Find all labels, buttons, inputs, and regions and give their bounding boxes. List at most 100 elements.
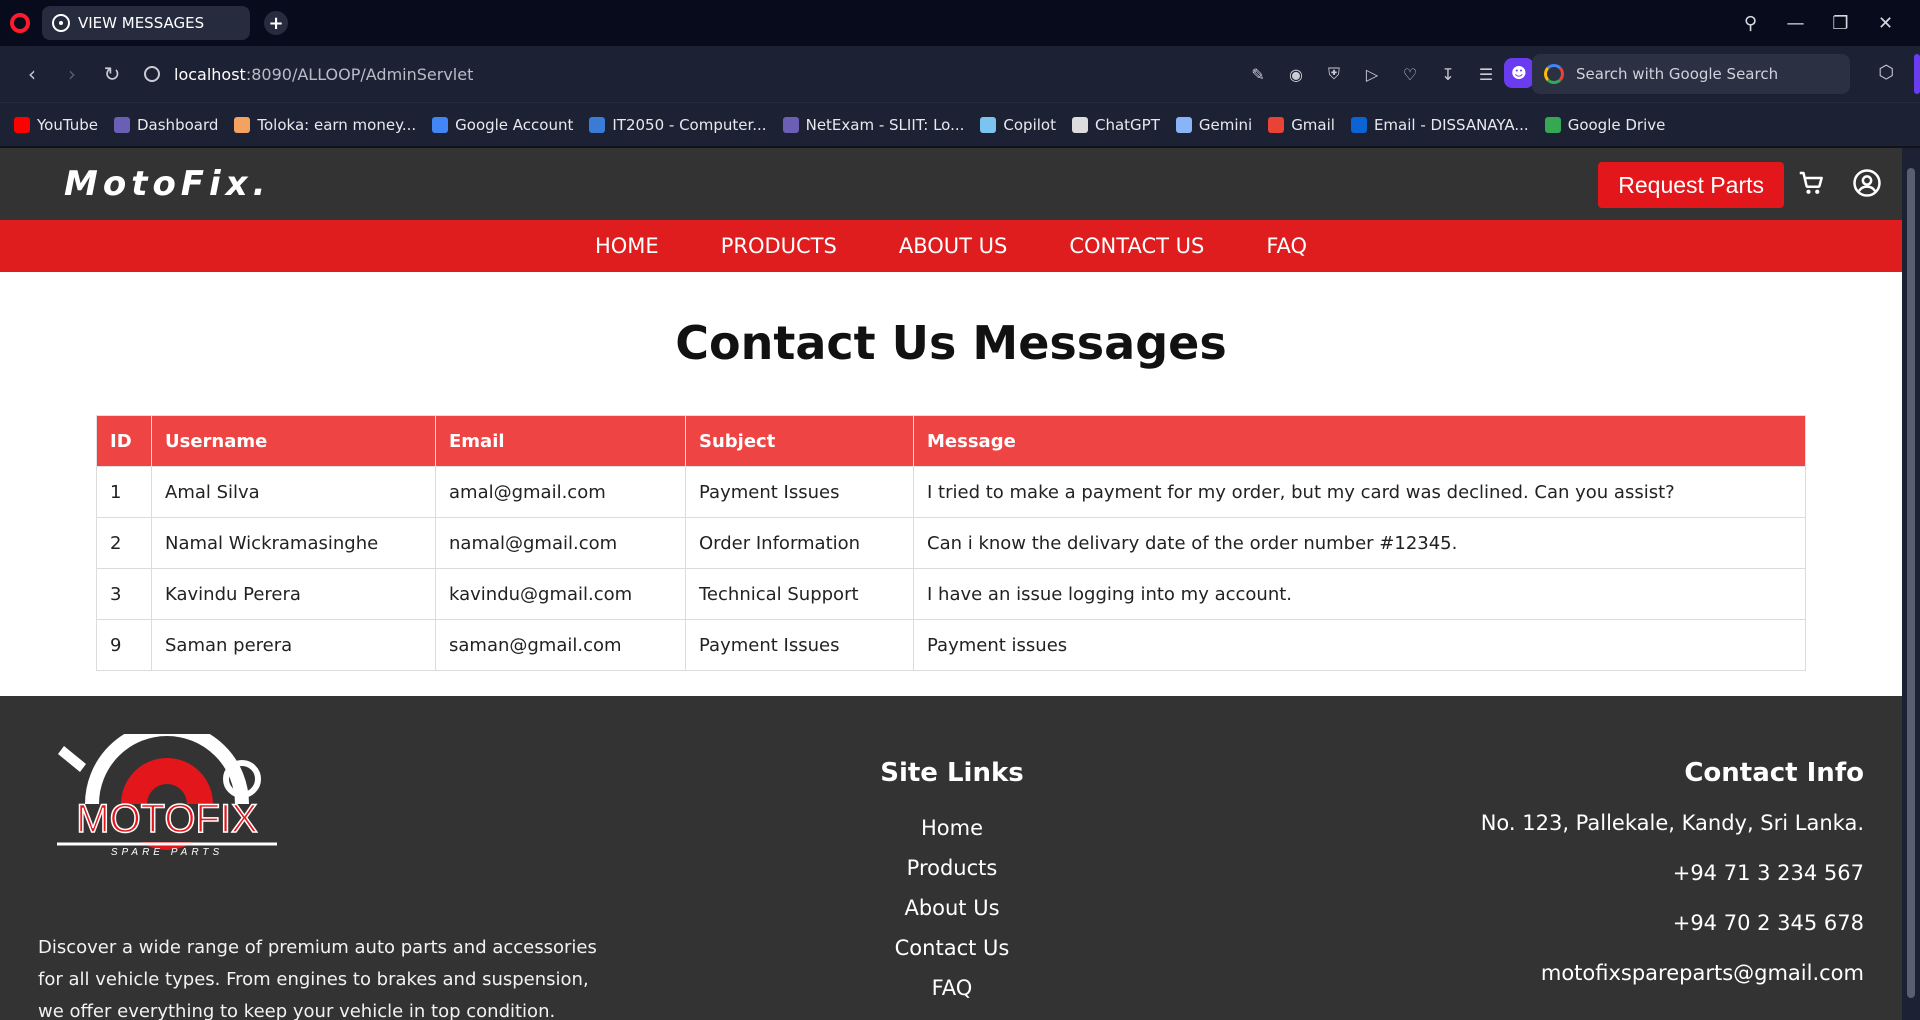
bookmark-item[interactable]: Copilot [980, 116, 1056, 134]
bookmark-item[interactable]: Email - DISSANAYA... [1350, 115, 1529, 134]
search-tabs-icon[interactable]: ⚲ [1728, 0, 1773, 46]
site-header: MotoFix. Request Parts [0, 148, 1920, 220]
page-title: Contact Us Messages [675, 316, 1227, 370]
camera-icon[interactable]: ◉ [1282, 56, 1310, 92]
easy-setup-icon[interactable]: ☰ [1472, 56, 1500, 92]
table-cell-email: amal@gmail.com [435, 466, 686, 518]
scrollbar-thumb[interactable] [1907, 168, 1915, 998]
nav-item-contact-us[interactable]: CONTACT US [1069, 234, 1204, 258]
page-scrollbar[interactable] [1902, 148, 1920, 1020]
footer-description: Discover a wide range of premium auto pa… [38, 937, 597, 1020]
column-header-message: Message [913, 415, 1806, 467]
extensions-icon[interactable]: ⬡ [1878, 62, 1894, 83]
table-cell-message: Can i know the delivary date of the orde… [913, 517, 1806, 569]
forward-button[interactable]: › [52, 56, 92, 92]
footer-link-products[interactable]: Products [852, 848, 1052, 888]
bookmark-label: Toloka: earn money... [257, 115, 417, 134]
footer-link-home[interactable]: Home [852, 808, 1052, 848]
opera-logo-icon[interactable] [10, 13, 30, 33]
bookmark-favicon-icon [1175, 116, 1192, 133]
footer-contact-line: +94 70 2 345 678 [1672, 911, 1864, 935]
bookmark-item[interactable]: Google Account [432, 116, 573, 134]
bookmark-item[interactable]: Google Drive [1544, 115, 1666, 134]
address-toolbar-icons: ✎ ◉ ⛨ ▷ ♡ ↧ ☰ [1244, 56, 1500, 92]
table-cell-email: kavindu@gmail.com [435, 568, 686, 620]
footer-contact-line: +94 71 3 234 567 [1672, 861, 1864, 885]
bookmark-item[interactable]: YouTube [14, 116, 98, 134]
bookmark-favicon-icon [589, 116, 606, 133]
bookmark-label: YouTube [37, 115, 98, 134]
table-row: 1 Amal Silva amal@gmail.com Payment Issues I… [96, 466, 1806, 518]
bookmark-item[interactable]: IT2050 - Computer... [589, 116, 767, 134]
site-logo[interactable]: MotoFix. [64, 164, 271, 204]
minimize-button[interactable]: — [1773, 0, 1818, 46]
bookmark-item[interactable]: Gmail [1268, 116, 1335, 134]
bookmark-label: Dashboard [137, 115, 219, 134]
table-row: 9 Saman perera saman@gmail.com Payment Issu… [96, 619, 1806, 671]
heart-icon[interactable]: ♡ [1396, 56, 1424, 92]
reload-button[interactable]: ↻ [92, 56, 132, 92]
table-row: 2 Namal Wickramasinghe namal@gmail.com Orde… [96, 517, 1806, 569]
column-header-id: ID [96, 415, 152, 467]
user-account-icon[interactable] [1852, 168, 1882, 198]
table-cell-message: I have an issue logging into my account. [913, 568, 1806, 620]
footer-link-faq[interactable]: FAQ [852, 968, 1052, 1008]
column-header-subject: Subject [685, 415, 914, 467]
new-tab-button[interactable]: + [264, 11, 288, 35]
bookmark-favicon-icon [1071, 116, 1088, 133]
window-controls: ⚲ — ❐ ✕ [1728, 0, 1908, 46]
bookmarks-bar: YouTube Dashboard Toloka: earn money... Goo… [0, 102, 1920, 146]
tab-favicon-icon [52, 14, 70, 32]
footer-link-contact-us[interactable]: Contact Us [852, 928, 1052, 968]
table-cell-id: 2 [96, 517, 152, 569]
table-cell-subject: Payment Issues [685, 466, 914, 518]
bookmark-favicon-icon [234, 116, 251, 133]
edit-icon[interactable]: ✎ [1244, 56, 1272, 92]
bookmark-favicon-icon [14, 116, 30, 133]
bookmark-item[interactable]: Toloka: earn money... [234, 116, 416, 134]
bookmark-favicon-icon [1544, 116, 1561, 133]
nav-item-products[interactable]: PRODUCTS [721, 234, 837, 258]
column-header-username: Username [151, 415, 436, 467]
nav-item-about-us[interactable]: ABOUT US [899, 234, 1008, 258]
table-header-row: ID Username Email Subject Message [96, 415, 1806, 467]
request-parts-button[interactable]: Request Parts [1598, 162, 1784, 208]
nav-item-faq[interactable]: FAQ [1266, 234, 1307, 258]
page-viewport: MotoFix. Request Parts HOME PRODUCTS ABOUT… [0, 148, 1920, 1020]
search-input[interactable]: Search with Google Search [1532, 54, 1850, 94]
bookmark-label: Google Account [455, 115, 574, 134]
shield-icon[interactable]: ⛨ [1320, 56, 1348, 92]
bookmark-favicon-icon [1350, 116, 1367, 133]
sidebar-accent [1914, 54, 1920, 94]
bookmark-label: Google Drive [1567, 115, 1666, 134]
table-cell-subject: Technical Support [685, 568, 914, 620]
close-window-button[interactable]: ✕ [1863, 0, 1908, 46]
footer-contact-line: No. 123, Pallekale, Kandy, Sri Lanka. [1480, 811, 1864, 835]
bookmark-item[interactable]: Gemini [1175, 116, 1252, 134]
url-field[interactable]: localhost:8090/ALLOOP/AdminServlet [144, 65, 473, 84]
download-icon[interactable]: ↧ [1434, 56, 1462, 92]
search-placeholder: Search with Google Search [1576, 65, 1779, 83]
table-cell-id: 1 [96, 466, 152, 518]
url-path: :8090/ALLOOP/AdminServlet [245, 64, 474, 84]
back-button[interactable]: ‹ [12, 56, 52, 92]
bookmark-item[interactable]: NetExam - SLIIT: Lo... [782, 116, 964, 134]
bookmark-item[interactable]: Dashboard [114, 116, 218, 134]
bookmark-favicon-icon [1268, 116, 1285, 133]
play-icon[interactable]: ▷ [1358, 56, 1386, 92]
maximize-button[interactable]: ❐ [1818, 0, 1863, 46]
table-cell-email: saman@gmail.com [435, 619, 686, 671]
footer-link-about-us[interactable]: About Us [852, 888, 1052, 928]
tab-view-messages[interactable]: VIEW MESSAGES [42, 6, 250, 40]
bookmark-label: Email - DISSANAYA... [1373, 115, 1529, 134]
table-cell-username: Namal Wickramasinghe [151, 517, 436, 569]
table-row: 3 Kavindu Perera kavindu@gmail.com Technica… [96, 568, 1806, 620]
site-info-icon[interactable] [144, 66, 160, 82]
main-nav: HOME PRODUCTS ABOUT US CONTACT US FAQ [0, 220, 1920, 272]
footer-contact-title: Contact Info [1684, 758, 1864, 788]
bookmark-item[interactable]: ChatGPT [1071, 116, 1160, 134]
nav-item-home[interactable]: HOME [595, 234, 659, 258]
cart-icon[interactable] [1796, 168, 1826, 198]
profile-icon[interactable]: ☻ [1504, 58, 1534, 88]
footer-links-title: Site Links [880, 758, 1024, 788]
